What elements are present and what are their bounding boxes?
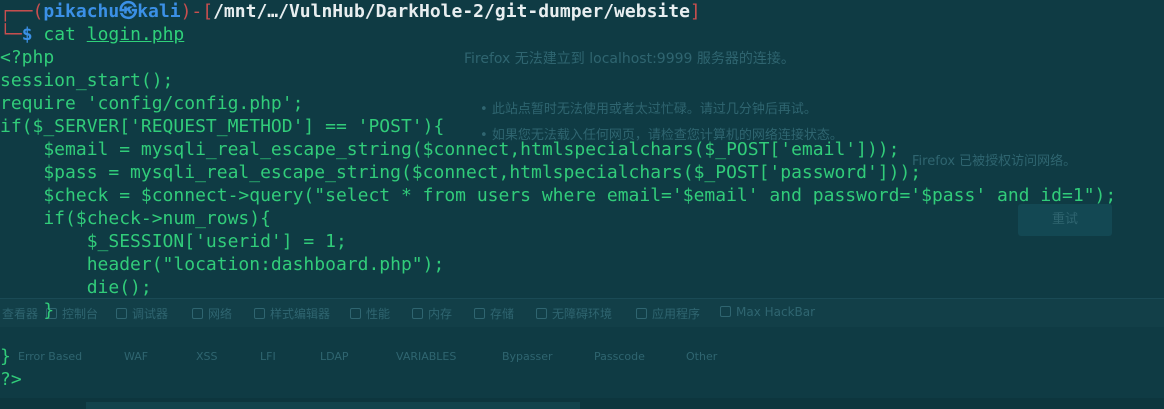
- prompt-hostname: kali: [137, 1, 181, 22]
- command-name: cat: [43, 24, 76, 45]
- code-line: if($check->num_rows){: [0, 208, 271, 229]
- terminal-output[interactable]: ┌──(pikachu㉿kali)-[/mnt/…/VulnHub/DarkHo…: [0, 0, 1164, 409]
- prompt-username: pikachu: [43, 1, 120, 22]
- code-line: session_start();: [0, 70, 174, 91]
- prompt-second-prefix: └─: [0, 24, 22, 45]
- command-line: └─$ cat login.php: [0, 23, 1164, 46]
- code-line: $_SESSION['userid'] = 1;: [0, 231, 347, 252]
- code-line: }: [0, 346, 11, 367]
- prompt-bracket-close: ]: [689, 1, 701, 22]
- code-line: header("location:dashboard.php");: [0, 254, 445, 275]
- prompt-bracket: )-[: [180, 1, 214, 22]
- prompt-at-symbol: ㉿: [119, 1, 138, 22]
- prompt-open-prefix: ┌──(: [0, 1, 44, 22]
- command-argument[interactable]: login.php: [87, 24, 185, 45]
- code-line: }: [0, 300, 55, 321]
- code-line: if($_SERVER['REQUEST_METHOD'] == 'POST')…: [0, 116, 445, 137]
- prompt-path: /mnt/…/VulnHub/DarkHole-2/git-dumper/web…: [213, 1, 690, 22]
- prompt-line: ┌──(pikachu㉿kali)-[/mnt/…/VulnHub/DarkHo…: [0, 0, 1164, 23]
- code-line: die();: [0, 277, 152, 298]
- prompt-dollar: $: [21, 24, 44, 45]
- code-line: $email = mysqli_real_escape_string($conn…: [0, 139, 900, 160]
- code-line: require 'config/config.php';: [0, 93, 304, 114]
- code-line: <?php: [0, 47, 55, 68]
- code-line: $check = $connect->query("select * from …: [0, 185, 1117, 206]
- code-line: ?>: [0, 369, 22, 390]
- code-line: $pass = mysqli_real_escape_string($conne…: [0, 162, 922, 183]
